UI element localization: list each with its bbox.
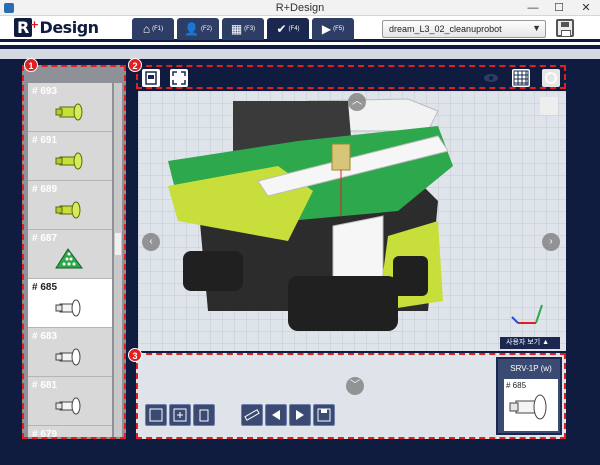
part-item[interactable]: # 693 [28, 83, 112, 132]
chevron-down-icon: ▼ [532, 23, 541, 33]
header-stripe [0, 49, 600, 59]
save-step-button[interactable] [313, 404, 335, 426]
chevron-left-icon[interactable]: ‹ [142, 233, 160, 251]
part-preview: # 685 [504, 379, 558, 431]
user-view-label[interactable]: 사용자 보기 ▲ [500, 337, 560, 349]
chevron-right-icon[interactable]: › [542, 233, 560, 251]
tab-home[interactable]: ⌂ (F1) [132, 18, 174, 40]
play-icon: ▶ [321, 22, 332, 36]
minimize-button[interactable]: — [520, 0, 546, 16]
triangle-up-icon: ▲ [542, 339, 550, 346]
ruler-icon [244, 409, 260, 421]
robot-icon [145, 71, 157, 85]
visibility-button[interactable] [482, 69, 500, 87]
trash-icon [199, 409, 209, 422]
camera-view-button[interactable] [142, 69, 160, 87]
eye-prev-icon [272, 410, 280, 420]
check-icon: ✔ [276, 22, 287, 36]
part-item[interactable]: # 683 [28, 328, 112, 377]
part-item[interactable]: # 689 [28, 181, 112, 230]
gear-icon [545, 72, 557, 84]
part-id: # 685 [506, 381, 527, 390]
part-name: SRV-1P (w) [510, 364, 552, 373]
chevron-up-icon[interactable]: ︿ [348, 93, 366, 111]
edit-icon [149, 408, 163, 422]
eye-next-icon [296, 410, 304, 420]
assembly-toolbar [145, 404, 337, 426]
parts-panel: # 693 # 691 # 689 # 687 # 685 # 683 # 68… [22, 65, 126, 439]
add-page-icon [173, 408, 187, 422]
fit-view-button[interactable] [170, 69, 188, 87]
window-titlebar: R+Design — ☐ ✕ [0, 0, 600, 16]
add-step-button[interactable] [169, 404, 191, 426]
eye-icon [484, 74, 498, 82]
parts-scrollbar[interactable] [114, 83, 122, 437]
badge-toolbar: 2 [128, 58, 142, 72]
main-tabs: ⌂ (F1) 👤 (F2) ▦ (F3) ✔ (F4) ▶ (F5) [132, 18, 354, 40]
save-icon[interactable] [556, 19, 574, 37]
viewport-toolbar [136, 65, 566, 89]
settings-button[interactable] [542, 69, 560, 87]
white-connector-icon [55, 299, 81, 317]
badge-parts: 1 [24, 58, 38, 72]
part-item[interactable]: # 681 [28, 377, 112, 426]
expand-icon [172, 71, 186, 85]
edit-step-button[interactable] [145, 404, 167, 426]
tab-play[interactable]: ▶ (F5) [312, 18, 354, 40]
grid-icon [513, 70, 529, 86]
green-triangle-plate-icon [55, 248, 83, 269]
part-item-selected[interactable]: # 685 [28, 279, 112, 328]
3d-viewport[interactable]: ︿ ‹ › 사용자 보기 ▲ [138, 91, 566, 351]
white-connector-icon [55, 397, 81, 415]
scrollbar-thumb[interactable] [115, 233, 121, 255]
selected-part-card: SRV-1P (w) # 685 [496, 357, 562, 435]
user-icon: 👤 [184, 22, 199, 36]
part-item[interactable]: # 691 [28, 132, 112, 181]
app-header: R+Design ⌂ (F1) 👤 (F2) ▦ (F3) ✔ (F4) ▶ (F5) d… [0, 16, 600, 42]
close-button[interactable]: ✕ [572, 0, 600, 16]
lime-connector-icon [55, 201, 81, 219]
part-item[interactable]: # 679 [28, 426, 112, 437]
prev-step-button[interactable] [265, 404, 287, 426]
white-connector-icon [55, 348, 81, 366]
maximize-button[interactable]: ☐ [546, 0, 572, 16]
save-icon [317, 408, 331, 422]
rdesign-logo: R+Design [14, 18, 99, 40]
info-view-icon[interactable] [540, 97, 558, 115]
window-title: R+Design [275, 2, 325, 14]
lime-connector-icon [55, 152, 83, 170]
ruler-button[interactable] [241, 404, 263, 426]
delete-step-button[interactable] [193, 404, 215, 426]
grid-toggle-button[interactable] [512, 69, 530, 87]
robot-3d-model [138, 91, 566, 351]
badge-bottom: 3 [128, 348, 142, 362]
home-icon: ⌂ [142, 22, 151, 36]
tab-user[interactable]: 👤 (F2) [177, 18, 219, 40]
part-item[interactable]: # 687 [28, 230, 112, 279]
project-dropdown[interactable]: dream_L3_02_cleanuprobot ▼ [382, 20, 546, 38]
tab-assembly[interactable]: ✔ (F4) [267, 18, 309, 40]
chevron-down-icon[interactable]: ﹀ [346, 377, 364, 395]
lime-connector-icon [55, 103, 83, 121]
tab-parts[interactable]: ▦ (F3) [222, 18, 264, 40]
parts-list[interactable]: # 693 # 691 # 689 # 687 # 685 # 683 # 68… [28, 83, 112, 437]
next-step-button[interactable] [289, 404, 311, 426]
grid-icon: ▦ [230, 22, 243, 36]
